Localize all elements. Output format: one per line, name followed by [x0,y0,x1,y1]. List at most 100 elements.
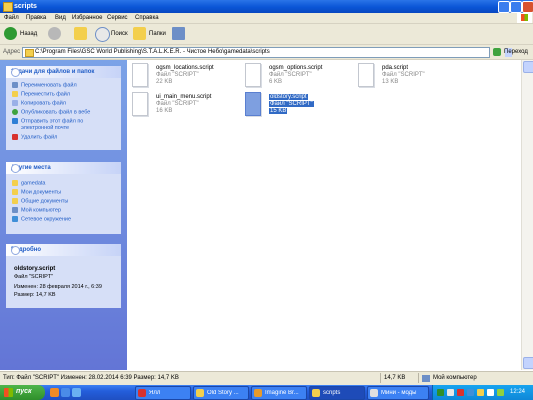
file-item-selected[interactable]: oldstory.script Файл "SCRIPT" 15 KB [245,92,355,126]
tray-icon[interactable] [497,389,504,396]
views-icon [172,27,185,40]
tray-icon[interactable] [447,389,454,396]
clock[interactable]: 12:24 [510,389,525,395]
menu-file[interactable]: Файл [4,15,19,21]
place-network[interactable]: Сетевое окружение [12,216,71,222]
views-button[interactable] [172,27,192,41]
folder-icon [12,180,18,186]
forward-button[interactable] [48,27,68,41]
other-places-header[interactable]: Другие места [6,162,121,174]
task-email[interactable]: Отправить этот файл по [12,118,83,124]
status-divider [380,373,381,383]
windows-logo-icon [517,13,532,23]
tasks-panel-title: Задачи для файлов и папок [11,69,95,75]
go-button[interactable]: Переход [493,47,533,57]
tasks-panel: Задачи для файлов и папок Переименовать … [6,66,121,150]
maximize-button[interactable] [510,1,522,13]
menu-tools[interactable]: Сервис [107,15,128,21]
taskbar-button[interactable]: Old Story ... [193,386,249,400]
search-button[interactable]: Поиск [95,27,131,42]
task-publish[interactable]: Опубликовать файл в вебе [12,109,90,115]
scroll-down-arrow-icon[interactable] [523,357,533,369]
file-item[interactable]: ui_main_menu.script Файл "SCRIPT" 16 KB [132,92,242,126]
details-size: Размер: 14,7 KB [14,292,56,298]
close-button[interactable] [522,1,533,13]
collapse-chevron-icon[interactable] [11,164,20,173]
menu-edit[interactable]: Правка [26,15,46,21]
address-input[interactable]: C:\Program Files\GSC World Publishing\S.… [22,47,512,58]
other-places-panel: Другие места gamedata Мои документы Общи… [6,162,121,234]
file-type: Файл "SCRIPT" [269,101,314,107]
quicklaunch-icon[interactable] [61,388,70,397]
quicklaunch-icon[interactable] [50,388,59,397]
task-email-cont[interactable]: электронной почте [21,125,69,131]
email-icon [12,118,18,124]
title-bar[interactable]: scripts [0,0,533,13]
menu-help[interactable]: Справка [135,15,159,21]
taskbar: пуск Ялл Old Story ... Imagine Br... scr… [0,385,533,400]
go-label: Переход [504,49,528,55]
address-path: C:\Program Files\GSC World Publishing\S.… [35,49,270,55]
up-folder-button[interactable] [74,27,88,41]
globe-icon [12,109,18,115]
task-rename[interactable]: Переименовать файл [12,82,77,88]
details-filename: oldstory.script [14,266,56,272]
start-button[interactable]: пуск [0,385,45,400]
task-move[interactable]: Переместить файл [12,91,70,97]
details-modified: Изменен: 28 февраля 2014 г., 6:39 [14,284,102,290]
script-file-icon [358,63,374,87]
tray-icon[interactable] [457,389,464,396]
tray-icon[interactable] [437,389,444,396]
collapse-chevron-icon[interactable] [11,246,20,255]
file-type: Файл "SCRIPT" [382,72,425,78]
place-shared-documents[interactable]: Общие документы [12,198,68,204]
taskbar-button[interactable]: Imagine Br... [251,386,307,400]
file-item[interactable]: pda.script Файл "SCRIPT" 13 KB [358,63,468,97]
file-type: Файл "SCRIPT" [269,72,312,78]
folders-label: Папки [149,31,166,37]
folder-icon [25,49,34,57]
address-bar: Адрес C:\Program Files\GSC World Publish… [0,45,533,60]
file-size: 15 KB [269,108,288,114]
up-folder-icon [74,27,87,40]
details-panel: Подробно oldstory.script Файл "SCRIPT" И… [6,244,121,308]
file-size: 6 KB [269,79,283,85]
menu-favorites[interactable]: Избранное [72,15,102,21]
task-copy[interactable]: Копировать файл [12,100,66,106]
taskbar-button-active[interactable]: scripts [309,386,365,400]
minimize-button[interactable] [498,1,510,13]
network-icon [12,216,18,222]
back-button[interactable]: Назад [4,27,44,41]
folder-icon [3,2,13,12]
status-bar: Тип: Файл "SCRIPT" Изменен: 28.02.2014 6… [0,371,533,385]
taskbar-button[interactable]: Мини - моды [367,386,429,400]
status-location: Мой компьютер [433,375,477,381]
volume-icon[interactable] [487,389,494,396]
taskbar-button[interactable]: Ялл [135,386,191,400]
place-my-computer[interactable]: Мой компьютер [12,207,61,213]
window-title: scripts [14,3,37,10]
place-gamedata[interactable]: gamedata [12,180,45,186]
file-name: oldstory.script [269,94,308,100]
file-type: Файл "SCRIPT" [156,101,199,107]
script-file-icon [132,92,148,116]
scroll-up-arrow-icon[interactable] [523,61,533,73]
collapse-chevron-icon[interactable] [11,68,20,77]
script-file-icon [132,63,148,87]
tray-icon[interactable] [477,389,484,396]
menu-bar: Файл Правка Вид Избранное Сервис Справка [0,13,533,24]
task-delete[interactable]: Удалить файл [12,134,57,140]
file-name: ogsm_options.script [269,65,323,71]
details-header[interactable]: Подробно [6,244,121,256]
file-list[interactable]: ogsm_locations.script Файл "SCRIPT" 22 K… [128,60,521,370]
script-file-icon [245,92,261,116]
file-type: Файл "SCRIPT" [156,72,199,78]
tasks-panel-header[interactable]: Задачи для файлов и папок [6,66,121,78]
tray-icon[interactable] [467,389,474,396]
address-label: Адрес [3,49,21,55]
menu-view[interactable]: Вид [55,15,66,21]
quicklaunch-icon[interactable] [72,388,81,397]
vertical-scrollbar[interactable] [521,60,533,370]
place-my-documents[interactable]: Мои документы [12,189,61,195]
folders-button[interactable]: Папки [133,27,169,41]
